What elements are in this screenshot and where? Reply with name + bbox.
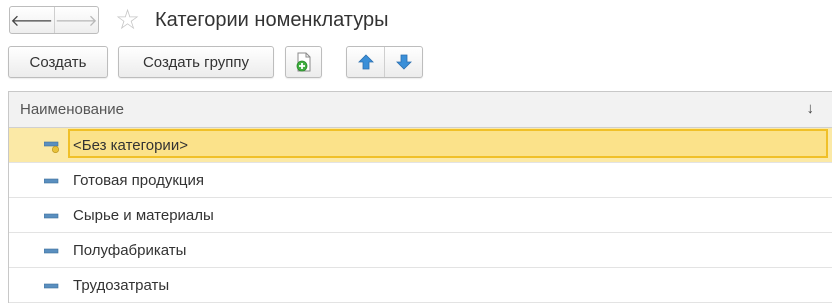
create-button[interactable]: Создать <box>8 46 108 78</box>
table-row[interactable]: Полуфабрикаты <box>9 233 832 268</box>
arrow-right-icon: 🡒 <box>54 12 98 30</box>
arrow-up-icon <box>357 54 374 70</box>
column-header-name[interactable]: Наименование <box>20 101 124 118</box>
row-label: Полуфабрикаты <box>73 241 187 259</box>
page-title: Категории номенклатуры <box>155 9 389 31</box>
move-buttons <box>346 46 423 78</box>
table-header: Наименование ↓ <box>9 92 832 128</box>
sort-indicator-icon[interactable]: ↓ <box>807 100 815 117</box>
row-label: Сырье и материалы <box>73 206 214 224</box>
copy-button[interactable] <box>285 46 322 78</box>
star-icon[interactable]: ☆ <box>115 5 140 35</box>
row-label: Готовая продукция <box>73 171 204 189</box>
row-label: Трудозатраты <box>73 276 170 294</box>
arrow-left-icon: 🡐 <box>10 12 54 30</box>
predefined-item-icon <box>44 141 59 153</box>
table-row[interactable]: Трудозатраты <box>9 268 832 303</box>
move-down-button[interactable] <box>384 47 422 77</box>
table-row[interactable]: Готовая продукция <box>9 163 832 198</box>
categories-table: Наименование ↓ <Без категории> Готовая п… <box>8 91 832 303</box>
back-button[interactable]: 🡐 <box>10 7 54 33</box>
arrow-down-icon <box>395 54 412 70</box>
forward-button[interactable]: 🡒 <box>53 7 99 33</box>
navigation-buttons: 🡐 🡒 <box>9 6 99 34</box>
item-icon <box>44 213 59 219</box>
table-row[interactable]: <Без категории> <box>9 128 832 163</box>
table-row[interactable]: Сырье и материалы <box>9 198 832 233</box>
row-label: <Без категории> <box>73 136 188 154</box>
create-group-button[interactable]: Создать группу <box>118 46 274 78</box>
move-up-button[interactable] <box>347 47 384 77</box>
item-icon <box>44 248 59 254</box>
copy-document-icon <box>296 52 310 72</box>
item-icon <box>44 178 59 184</box>
item-icon <box>44 283 59 289</box>
